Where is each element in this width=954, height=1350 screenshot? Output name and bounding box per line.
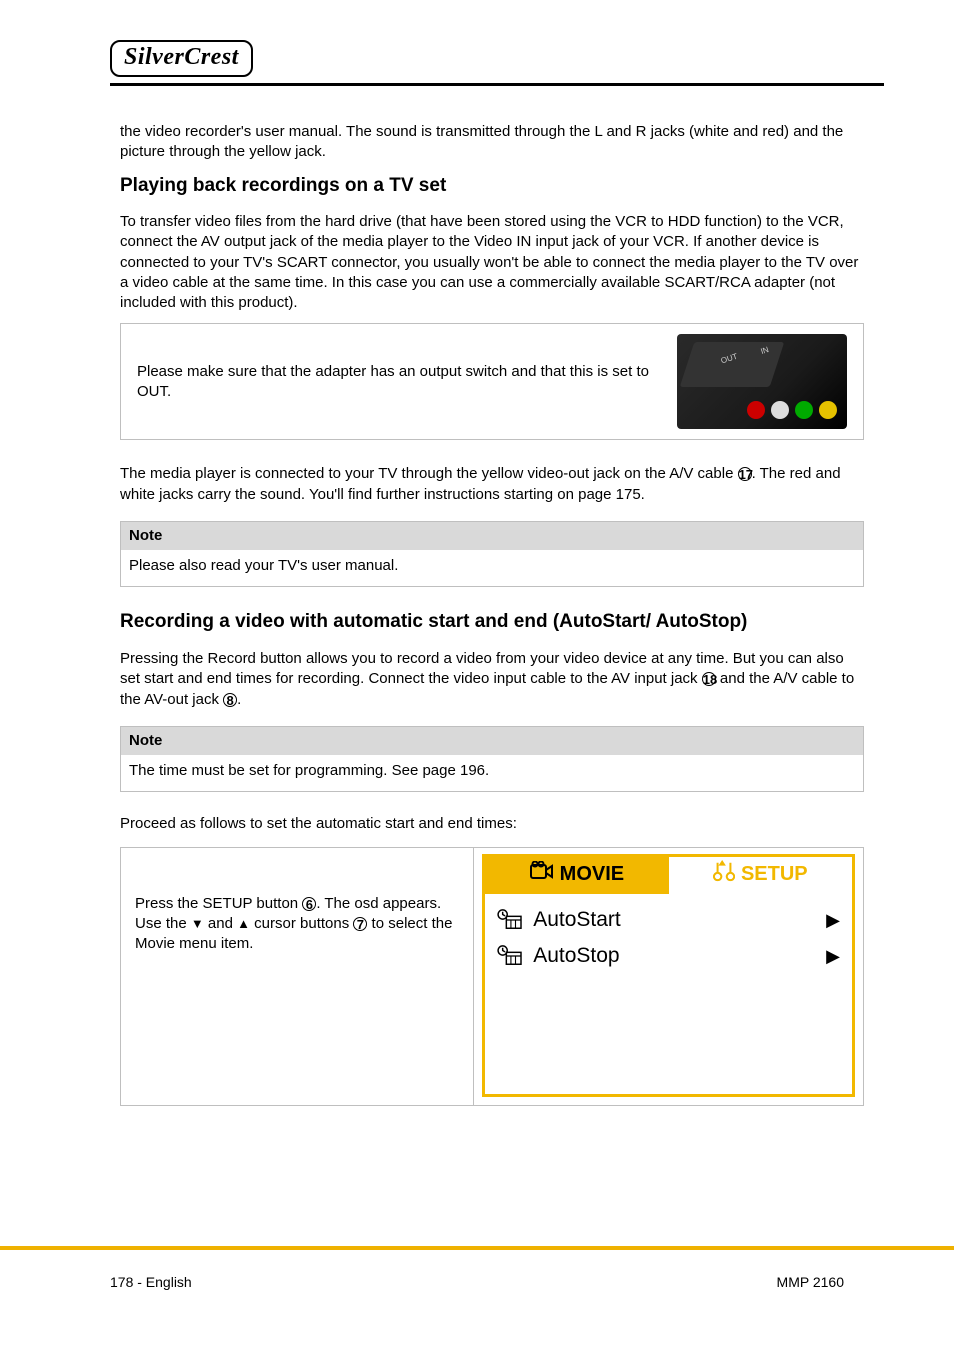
note-heading: Note	[121, 727, 863, 755]
section-heading-playback: Playing back recordings on a TV set	[120, 173, 864, 199]
osd-item-autostop: AutoStop ▶	[495, 938, 842, 974]
cursor-up-icon: ▲	[237, 916, 250, 931]
ref-marker-18: 18	[702, 672, 716, 686]
instruction-osd-row: Press the SETUP button 6. The osd appear…	[120, 847, 864, 1107]
callout-text: Please make sure that the adapter has an…	[137, 362, 657, 403]
instruction-text: Press the SETUP button 6. The osd appear…	[121, 848, 474, 1106]
footer-rule	[0, 1246, 954, 1250]
schedule-icon	[497, 909, 523, 931]
callout-box-adapter: Please make sure that the adapter has an…	[120, 323, 864, 440]
section1-para2: The media player is connected to your TV…	[120, 464, 864, 505]
osd-tab-setup: SETUP	[669, 857, 852, 894]
footer-page-lang: 178 - English	[110, 1274, 192, 1290]
brand-logo: SilverCrest	[110, 40, 253, 77]
osd-tab-setup-label: SETUP	[741, 861, 808, 888]
osd-screenshot: MOVIE SETUP	[482, 854, 855, 1098]
setup-icon	[713, 860, 735, 890]
ref-marker-6: 6	[302, 897, 316, 911]
chevron-right-icon: ▶	[826, 908, 840, 932]
ref-marker-7: 7	[353, 917, 367, 931]
ref-marker-17: 17	[738, 467, 752, 481]
lead-paragraph: the video recorder's user manual. The so…	[120, 122, 864, 163]
osd-item-autostart: AutoStart ▶	[495, 902, 842, 938]
footer-model: MMP 2160	[777, 1274, 844, 1290]
section2-para1: Pressing the Record button allows you to…	[120, 649, 864, 710]
movie-icon	[530, 861, 554, 889]
note-box-time: Note The time must be set for programmin…	[120, 726, 864, 793]
ref-marker-8: 8	[223, 693, 237, 707]
chevron-right-icon: ▶	[826, 944, 840, 968]
note-heading: Note	[121, 522, 863, 550]
section1-para1: To transfer video files from the hard dr…	[120, 212, 864, 313]
osd-tab-movie-label: MOVIE	[560, 861, 624, 888]
osd-item-label: AutoStop	[533, 942, 816, 970]
osd-tab-movie: MOVIE	[485, 857, 668, 894]
note-body: The time must be set for programming. Se…	[121, 755, 863, 791]
scart-adapter-image: OUT IN	[677, 334, 847, 429]
cursor-down-icon: ▼	[191, 916, 204, 931]
schedule-icon	[497, 945, 523, 967]
note-body: Please also read your TV's user manual.	[121, 550, 863, 586]
osd-item-label: AutoStart	[533, 906, 816, 934]
section-heading-autostartstop: Recording a video with automatic start a…	[120, 609, 864, 635]
note-box-tv-manual: Note Please also read your TV's user man…	[120, 521, 864, 588]
section2-para2: Proceed as follows to set the automatic …	[120, 814, 864, 834]
